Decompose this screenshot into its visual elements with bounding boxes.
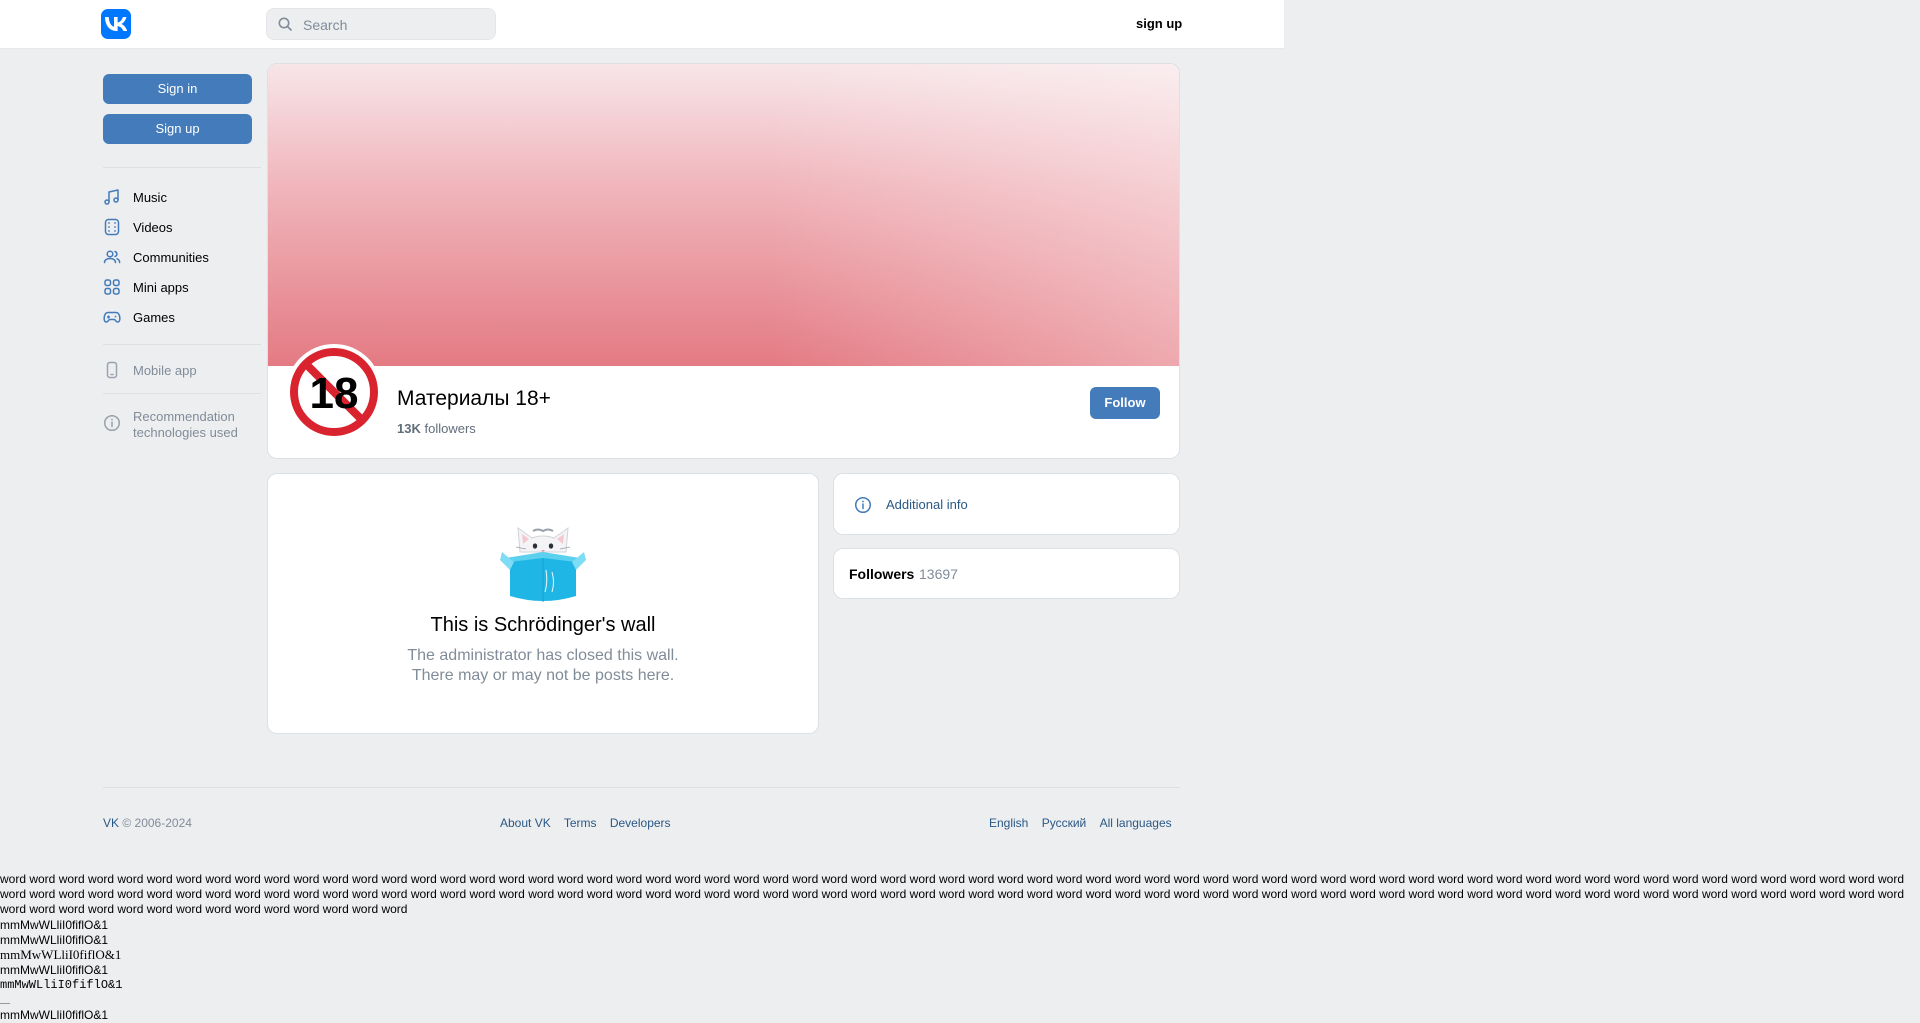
followers-short-count: 13K: [397, 421, 421, 436]
users-icon: [103, 250, 121, 264]
wall-description-line-2: There may or may not be posts here.: [411, 667, 675, 684]
community-header-card: 18 Материалы 18+ 13K followers Follow: [267, 63, 1180, 459]
font-probe-sans-4: mmMwWLliI0fiflO&1: [0, 1008, 109, 1022]
search-icon: [278, 17, 292, 31]
info-circle-icon: [854, 496, 872, 514]
font-probe-sans: mmMwWLliI0fiflO&1: [0, 918, 109, 932]
followers-word: followers: [424, 421, 476, 436]
vk-logo[interactable]: [101, 9, 131, 39]
footer-link-about[interactable]: About VK: [500, 816, 551, 830]
cat-in-box-illustration: [500, 526, 586, 602]
sidebar-item-mini-apps[interactable]: Mini apps: [103, 275, 261, 299]
sidebar-item-videos[interactable]: Videos: [103, 215, 261, 239]
sidebar-divider: [103, 393, 261, 394]
wall-description-line-1: The administrator has closed this wall.: [407, 647, 679, 664]
language-english[interactable]: English: [989, 816, 1028, 830]
sidebar-item-label: Games: [133, 310, 175, 325]
additional-info-label: Additional info: [886, 497, 968, 512]
language-russian[interactable]: Русский: [1042, 816, 1087, 830]
grid-apps-icon: [104, 279, 120, 295]
gamepad-icon: [103, 311, 121, 323]
sign-up-button[interactable]: Sign up: [103, 114, 252, 144]
video-icon: [104, 218, 120, 236]
header-signup-link[interactable]: sign up: [1136, 16, 1182, 31]
follow-button[interactable]: Follow: [1090, 387, 1160, 419]
footer-links: About VK Terms Developers: [500, 816, 681, 830]
info-circle-icon: [103, 414, 121, 432]
sidebar-item-label: Recommendation technologies used: [133, 409, 238, 441]
footer-copyright-text: © 2006-2024: [122, 816, 192, 830]
footer-brand[interactable]: VK: [103, 816, 119, 830]
search-input[interactable]: [301, 9, 495, 41]
followers-summary[interactable]: 13K followers: [397, 421, 476, 436]
community-avatar[interactable]: 18: [286, 344, 382, 440]
top-header: sign up: [0, 0, 1284, 49]
footer-languages: English Русский All languages: [989, 816, 1172, 830]
language-all[interactable]: All languages: [1100, 816, 1172, 830]
sidebar-divider: [103, 167, 261, 168]
font-probe-sans-2: mmMwWLliI0fiflO&1: [0, 933, 109, 947]
community-name: Материалы 18+: [397, 387, 551, 410]
sidebar-item-label: Music: [133, 190, 167, 205]
debug-words-text: word word word word word word word word …: [0, 872, 1905, 916]
font-probe-sans-3: mmMwWLliI0fiflO&1: [0, 963, 109, 977]
sidebar-item-label: Communities: [133, 250, 209, 265]
wall-description: The administrator has closed this wall. …: [268, 646, 818, 686]
followers-title: Followers: [849, 566, 915, 582]
footer-copyright: VK © 2006-2024: [103, 816, 192, 830]
avatar-text: 18: [310, 369, 359, 418]
font-probe-serif: mmMwWLliI0fiflO&1: [0, 947, 122, 962]
recommendation-line-1: Recommendation: [133, 409, 235, 424]
debug-divider: [0, 1003, 10, 1004]
vk-logo-icon: [105, 17, 127, 31]
recommendation-line-2: technologies used: [133, 425, 238, 440]
font-probe-mono: mmMwWLliI0fiflO&1: [0, 978, 123, 992]
sidebar-item-music[interactable]: Music: [103, 185, 261, 209]
sidebar-item-label: Mini apps: [133, 280, 189, 295]
wall-title: This is Schrödinger's wall: [430, 614, 656, 636]
wall-card: This is Schrödinger's wall The administr…: [267, 473, 819, 734]
footer-link-developers[interactable]: Developers: [610, 816, 671, 830]
sign-in-button[interactable]: Sign in: [103, 74, 252, 104]
sidebar-item-mobile-app[interactable]: Mobile app: [103, 358, 261, 382]
followers-count: 13697: [919, 566, 958, 582]
sidebar-item-label: Mobile app: [133, 363, 197, 378]
footer-divider: [103, 787, 1180, 788]
mobile-phone-icon: [106, 361, 118, 379]
sidebar-item-games[interactable]: Games: [103, 305, 261, 329]
sidebar-divider: [103, 344, 261, 345]
footer-link-terms[interactable]: Terms: [564, 816, 597, 830]
followers-card[interactable]: Followers 13697: [833, 548, 1180, 599]
sidebar-item-communities[interactable]: Communities: [103, 245, 261, 269]
music-note-icon: [104, 189, 119, 205]
community-cover: [268, 64, 1179, 366]
sidebar-item-label: Videos: [133, 220, 173, 235]
sidebar-item-recommendation[interactable]: Recommendation technologies used: [103, 408, 261, 442]
age-restriction-18-icon: 18: [288, 346, 380, 438]
additional-info-card[interactable]: Additional info: [833, 473, 1180, 535]
search-box[interactable]: [266, 8, 496, 41]
